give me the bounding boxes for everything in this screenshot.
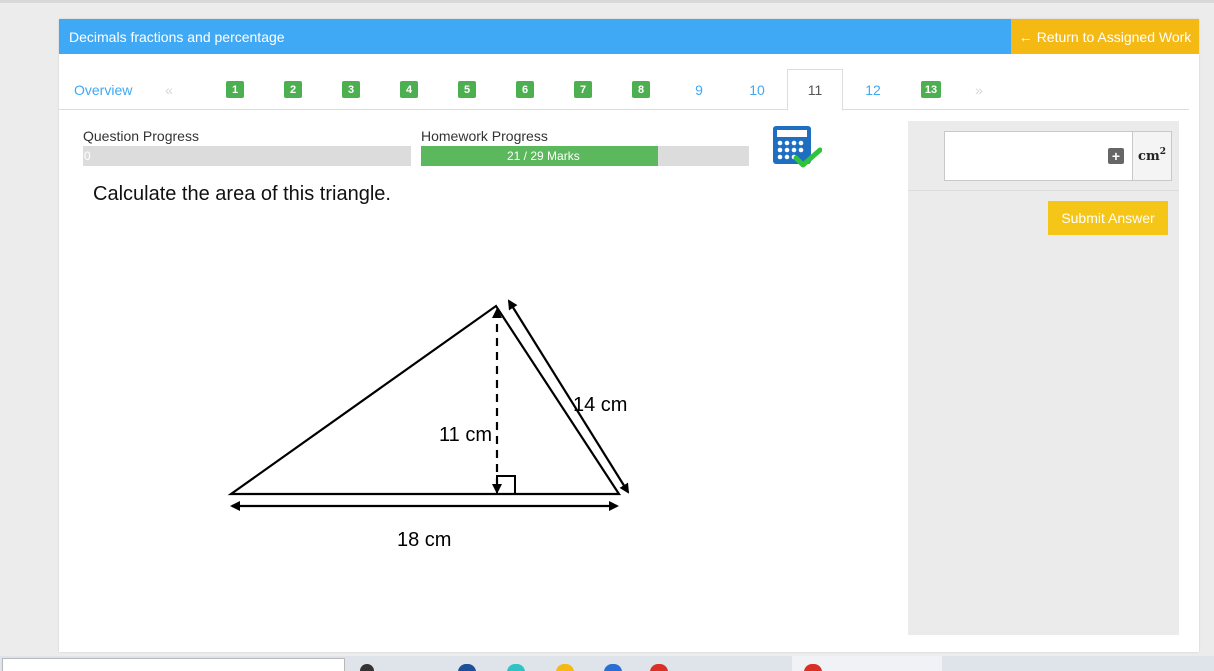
completed-badge: 3 bbox=[342, 81, 360, 98]
completed-badge: 6 bbox=[516, 81, 534, 98]
tab-label: 9 bbox=[695, 81, 703, 98]
height-label: 11 cm bbox=[439, 424, 492, 446]
tab-question-5[interactable]: 5 bbox=[439, 69, 495, 110]
answer-row: + cm 2 bbox=[908, 121, 1179, 191]
tab-label: 12 bbox=[865, 81, 881, 98]
taskbar-app-icon[interactable] bbox=[804, 664, 822, 671]
question-progress-value: 0 bbox=[84, 149, 91, 163]
return-to-assigned-work-button[interactable]: ← Return to Assigned Work bbox=[1011, 19, 1199, 54]
tab-question-8[interactable]: 8 bbox=[613, 69, 669, 110]
triangle-diagram: 11 cm 14 cm 18 cm bbox=[227, 299, 630, 549]
homework-progress-label: Homework Progress bbox=[421, 128, 548, 144]
completed-badge: 4 bbox=[400, 81, 418, 98]
question-progress-label: Question Progress bbox=[83, 128, 199, 144]
calculator-allowed-icon bbox=[773, 126, 822, 168]
right-angle-marker bbox=[496, 475, 516, 495]
taskbar-app-icon[interactable] bbox=[604, 664, 622, 671]
base-label: 18 cm bbox=[397, 529, 451, 549]
tab-question-7[interactable]: 7 bbox=[555, 69, 611, 110]
question-text: Calculate the area of this triangle. bbox=[93, 183, 391, 205]
answer-input[interactable]: + bbox=[944, 131, 1132, 181]
homework-progress-text: 21 / 29 Marks bbox=[507, 149, 580, 163]
tab-question-12[interactable]: 12 bbox=[845, 69, 901, 110]
taskbar-app-icon[interactable] bbox=[458, 664, 476, 671]
tab-question-11[interactable]: 11 bbox=[787, 69, 843, 111]
completed-badge: 13 bbox=[920, 81, 942, 98]
tab-overview[interactable]: Overview bbox=[74, 69, 144, 110]
tab-question-6[interactable]: 6 bbox=[497, 69, 553, 110]
taskbar-app-icon[interactable] bbox=[507, 664, 525, 671]
tab-question-3[interactable]: 3 bbox=[323, 69, 379, 110]
completed-badge: 8 bbox=[632, 81, 650, 98]
tab-question-4[interactable]: 4 bbox=[381, 69, 437, 110]
tab-label: 10 bbox=[749, 81, 765, 98]
question-tabs: Overview « 1 2 3 4 5 6 7 8 9 10 11 12 13 » bbox=[59, 69, 1189, 111]
plus-icon[interactable]: + bbox=[1108, 148, 1124, 164]
homework-panel: Decimals fractions and percentage ← Retu… bbox=[59, 19, 1199, 652]
completed-badge: 5 bbox=[458, 81, 476, 98]
taskbar-app-icon[interactable] bbox=[650, 664, 668, 671]
arrow-left-icon: ← bbox=[1018, 28, 1033, 45]
chevron-right-icon[interactable]: » bbox=[969, 69, 989, 110]
answer-panel: + cm 2 Submit Answer bbox=[908, 121, 1179, 635]
homework-progress-bar: 21 / 29 Marks bbox=[421, 146, 749, 166]
tab-label: 11 bbox=[807, 82, 823, 98]
chevron-left-icon[interactable]: « bbox=[159, 69, 179, 110]
taskbar-app-icon[interactable] bbox=[360, 664, 374, 671]
completed-badge: 2 bbox=[284, 81, 302, 98]
taskbar-search-box[interactable] bbox=[2, 658, 345, 671]
side-label: 14 cm bbox=[573, 394, 627, 416]
question-progress-bar: 0 bbox=[83, 146, 411, 166]
tab-question-13[interactable]: 13 bbox=[903, 69, 959, 110]
taskbar-app-icon[interactable] bbox=[556, 664, 574, 671]
tab-question-9[interactable]: 9 bbox=[671, 69, 727, 110]
tab-question-10[interactable]: 10 bbox=[729, 69, 785, 110]
triangle-shape bbox=[227, 304, 622, 496]
taskbar-active-window[interactable] bbox=[792, 656, 942, 671]
unit-power: 2 bbox=[1159, 147, 1166, 157]
completed-badge: 7 bbox=[574, 81, 592, 98]
unit-text: cm bbox=[1138, 148, 1160, 164]
homework-title: Decimals fractions and percentage bbox=[69, 29, 285, 45]
os-taskbar bbox=[0, 656, 1214, 671]
browser-top-strip bbox=[0, 0, 1214, 3]
title-bar: Decimals fractions and percentage ← Retu… bbox=[59, 19, 1199, 54]
unit-label: cm 2 bbox=[1132, 131, 1172, 181]
submit-answer-button[interactable]: Submit Answer bbox=[1048, 201, 1168, 235]
return-button-label: Return to Assigned Work bbox=[1036, 28, 1192, 45]
completed-badge: 1 bbox=[226, 81, 244, 98]
tab-question-2[interactable]: 2 bbox=[265, 69, 321, 110]
tab-question-1[interactable]: 1 bbox=[207, 69, 263, 110]
